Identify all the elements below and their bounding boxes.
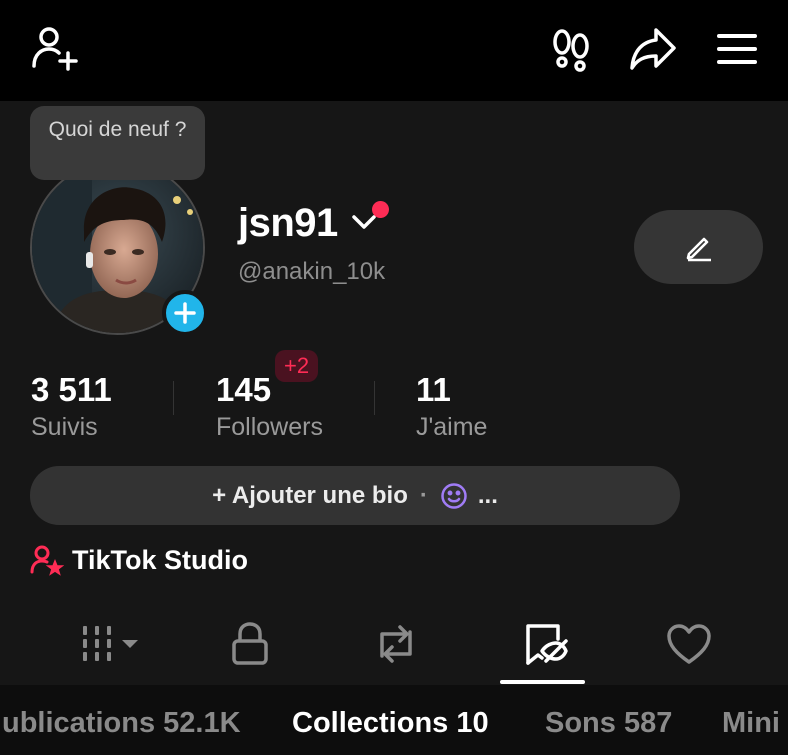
add-bio-label: + Ajouter une bio <box>212 481 408 509</box>
stat-followers-label: Followers <box>216 413 323 441</box>
pencil-icon <box>686 237 711 262</box>
stat-likes[interactable]: 11 J'aime <box>416 371 487 443</box>
heart-icon[interactable] <box>666 622 712 666</box>
stat-divider <box>173 381 174 415</box>
lock-icon[interactable] <box>228 622 272 666</box>
hidden-favorites-icon[interactable] <box>522 622 568 666</box>
active-tab-indicator <box>500 680 585 684</box>
content-tab-bar <box>0 608 788 685</box>
subtab-publications[interactable]: ublications 52.1K <box>2 707 241 740</box>
stat-likes-label: J'aime <box>416 413 488 441</box>
status-bubble[interactable]: Quoi de neuf ? <box>30 106 205 180</box>
new-followers-badge: +2 <box>275 350 319 382</box>
smiley-icon <box>441 482 467 509</box>
stat-divider <box>374 381 375 415</box>
creator-star-icon <box>30 545 64 576</box>
stat-following-value: 3 511 <box>31 371 112 408</box>
profile-handle: @anakin_10k <box>238 258 386 285</box>
avatar[interactable] <box>30 160 208 336</box>
subtab-sons[interactable]: Sons 587 <box>545 707 672 740</box>
footprints-icon[interactable] <box>546 24 596 74</box>
repost-icon[interactable] <box>372 622 420 666</box>
tiktok-studio-link[interactable]: TikTok Studio <box>30 542 248 578</box>
stat-likes-value: 11 <box>416 371 451 408</box>
profile-nickname: jsn91 <box>238 201 338 245</box>
add-user-icon[interactable] <box>30 24 80 74</box>
subtab-collections[interactable]: Collections 10 <box>292 707 489 740</box>
share-arrow-icon[interactable] <box>628 24 678 74</box>
grid-icon[interactable] <box>80 622 142 666</box>
stat-following[interactable]: 3 511 Suivis <box>31 371 112 443</box>
bio-more: ... <box>477 481 498 509</box>
chevron-down-icon[interactable] <box>351 213 377 236</box>
add-bio-button[interactable]: + Ajouter une bio · ... <box>30 466 680 525</box>
plus-icon <box>174 302 196 324</box>
add-story-button[interactable] <box>162 290 208 336</box>
tiktok-studio-label: TikTok Studio <box>72 544 249 575</box>
collection-subtabs: ublications 52.1K Collections 10 Sons 58… <box>0 685 788 755</box>
bio-separator: · <box>419 481 428 509</box>
hamburger-menu-icon[interactable] <box>712 24 762 74</box>
stat-following-label: Suivis <box>31 413 98 441</box>
subtab-mini[interactable]: Mini <box>722 707 780 740</box>
top-bar <box>0 0 788 101</box>
notification-dot <box>372 201 389 218</box>
edit-profile-button[interactable] <box>634 210 763 284</box>
